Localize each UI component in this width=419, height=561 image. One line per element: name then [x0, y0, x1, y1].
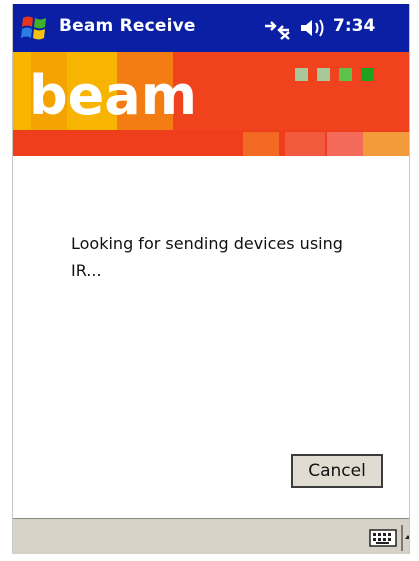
volume-icon[interactable] [299, 17, 329, 39]
connectivity-icon[interactable] [261, 16, 293, 40]
up-arrow-icon[interactable] [401, 525, 410, 551]
beam-receive-screen: Beam Receive 7:34 beam Looking for sendi… [12, 4, 410, 554]
window-title: Beam Receive [59, 16, 196, 36]
windows-start-icon[interactable] [17, 10, 53, 46]
menu-bar [13, 518, 409, 554]
title-bar: Beam Receive 7:34 [13, 4, 409, 52]
banner-block [243, 132, 279, 156]
status-dot-1 [295, 68, 308, 81]
status-dot-4 [361, 68, 374, 81]
status-dot-3 [339, 68, 352, 81]
cancel-button[interactable]: Cancel [291, 454, 383, 488]
banner-block [327, 132, 363, 156]
keyboard-icon[interactable] [369, 529, 397, 547]
status-dot-2 [317, 68, 330, 81]
banner-block [285, 132, 325, 156]
clock[interactable]: 7:34 [333, 16, 375, 36]
status-message: Looking for sending devices using IR... [71, 234, 343, 280]
beam-logo: beam [29, 64, 197, 127]
banner-block [363, 132, 409, 156]
beam-banner: beam [13, 52, 409, 156]
